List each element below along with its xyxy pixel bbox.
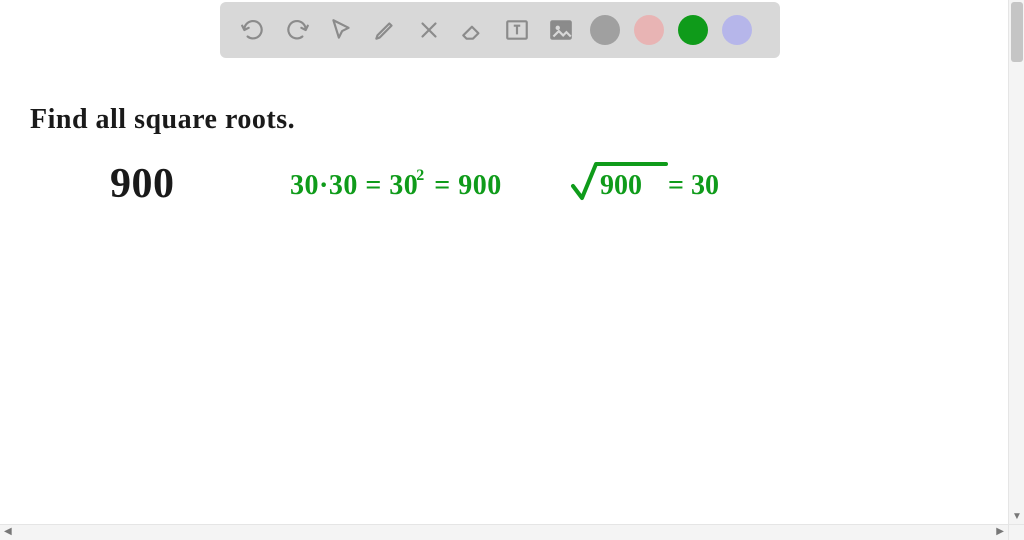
pointer-icon (328, 17, 354, 43)
tools-button[interactable] (414, 15, 444, 45)
eraser-button[interactable] (458, 15, 488, 45)
toolbar (220, 2, 780, 58)
textbox-icon (504, 17, 530, 43)
image-button[interactable] (546, 15, 576, 45)
redo-button[interactable] (282, 15, 312, 45)
undo-icon (240, 17, 266, 43)
scroll-corner (1008, 524, 1024, 540)
color-lilac[interactable] (722, 15, 752, 45)
horizontal-scrollbar[interactable]: ◀ ▶ (0, 524, 1008, 540)
textbox-button[interactable] (502, 15, 532, 45)
undo-button[interactable] (238, 15, 268, 45)
pointer-button[interactable] (326, 15, 356, 45)
whiteboard-viewport: Find all square roots. 900 30·30 = 302 =… (0, 0, 1024, 540)
tools-icon (416, 17, 442, 43)
answer-radicand: 900 (600, 170, 642, 202)
work-eq-exponent: 2 (416, 167, 425, 184)
color-pink[interactable] (634, 15, 664, 45)
vertical-scroll-thumb[interactable] (1011, 2, 1023, 62)
answer-tail: = 30 (668, 170, 719, 202)
prompt-text: Find all square roots. (30, 104, 295, 136)
given-number: 900 (110, 160, 175, 208)
scroll-down-icon[interactable]: ▼ (1012, 511, 1022, 522)
color-green[interactable] (678, 15, 708, 45)
answer-equation: 900 = 30 (570, 158, 670, 207)
eraser-icon (460, 17, 486, 43)
work-equation: 30·30 = 302 = 900 (290, 170, 502, 202)
work-eq-base: 30·30 = 30 (290, 170, 418, 201)
scroll-left-icon[interactable]: ◀ (4, 526, 12, 537)
vertical-scrollbar[interactable]: ▼ (1008, 0, 1024, 524)
scroll-right-icon[interactable]: ▶ (996, 526, 1004, 537)
pen-icon (372, 17, 398, 43)
pen-button[interactable] (370, 15, 400, 45)
work-eq-tail: = 900 (427, 170, 502, 201)
image-icon (548, 17, 574, 43)
redo-icon (284, 17, 310, 43)
color-gray[interactable] (590, 15, 620, 45)
